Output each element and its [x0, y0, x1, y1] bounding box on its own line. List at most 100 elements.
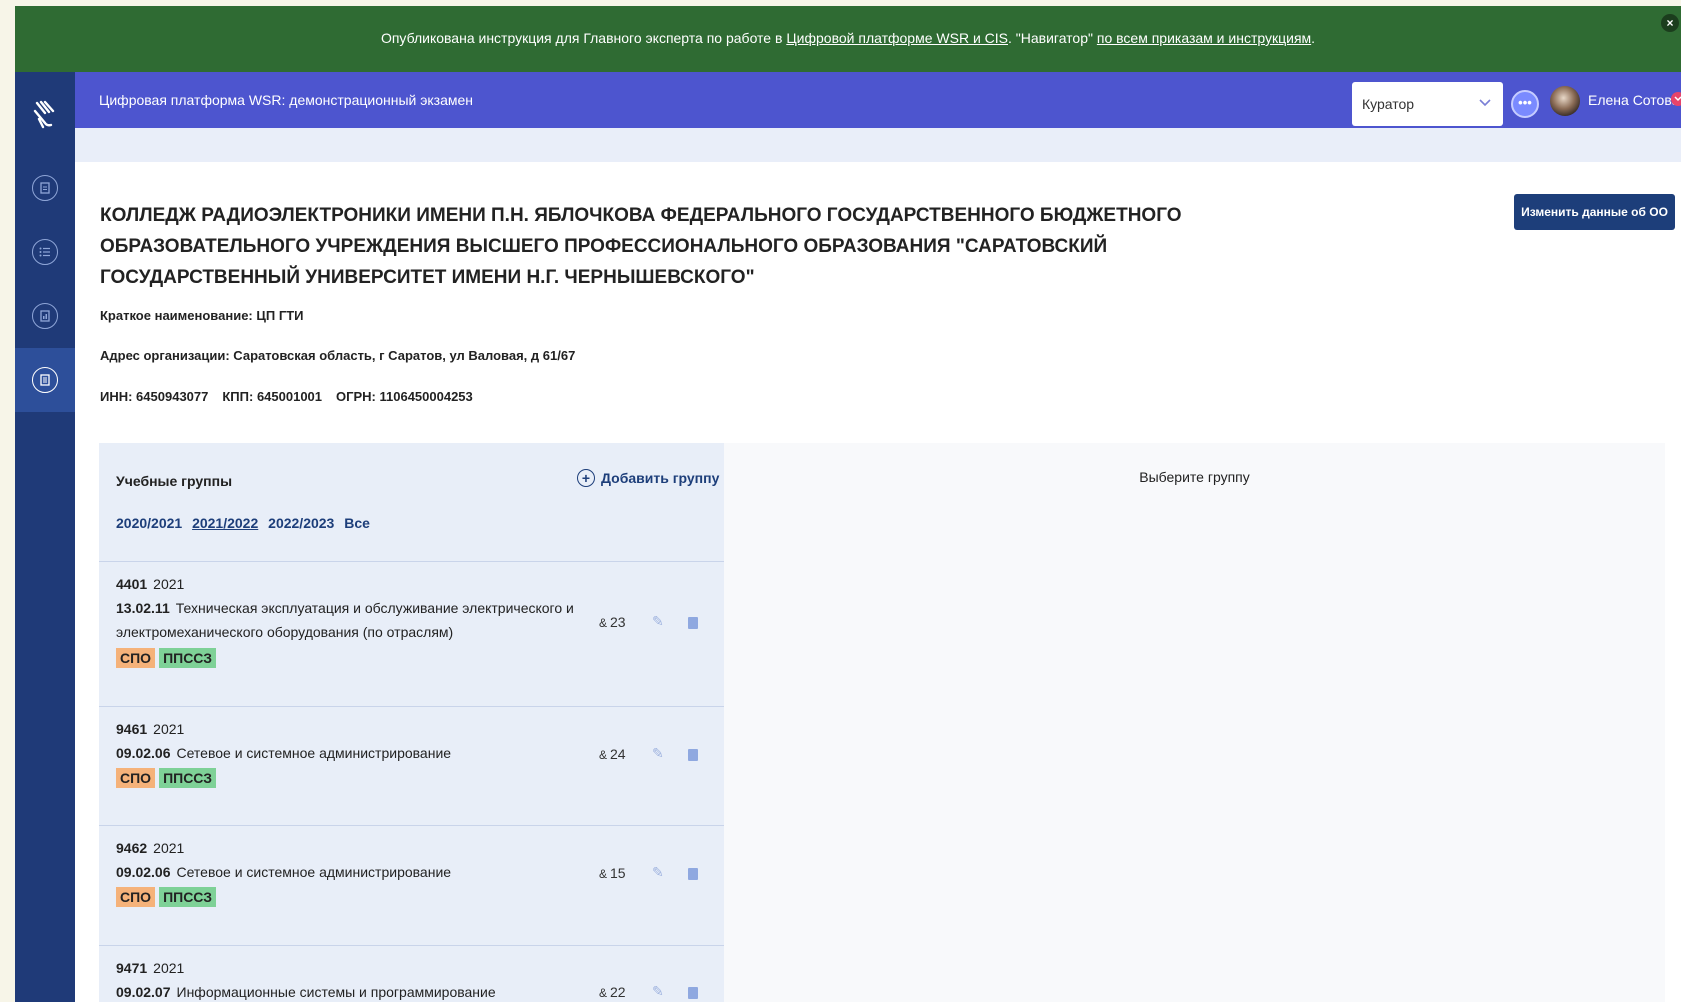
group-specialty: 09.02.07 Информационные системы и програм… [116, 980, 586, 1002]
user-name[interactable]: Елена Сотова [1588, 92, 1679, 108]
group-row[interactable]: 4401 2021 13.02.11 Техническая эксплуатаци… [99, 561, 724, 706]
notice-text-middle: . "Навигатор" [1008, 30, 1097, 46]
role-select[interactable]: Куратор [1352, 82, 1503, 126]
sub-header-strip [75, 128, 1681, 162]
group-row[interactable]: 9462 2021 09.02.06 Сетевое и системное адм… [99, 825, 724, 945]
year-filter: 2020/2021 2021/2022 2022/2023 Все [116, 515, 376, 531]
ogrn-value: ОГРН: 1106450004253 [336, 389, 473, 404]
building-icon [32, 367, 58, 393]
user-menu-chevron-icon[interactable] [1671, 92, 1681, 106]
pencil-icon[interactable]: ✎ [652, 613, 664, 630]
group-number: 4401 [116, 576, 148, 592]
group-code: 4401 2021 [116, 576, 184, 592]
group-specialty: 09.02.06 Сетевое и системное администриро… [116, 860, 586, 884]
groups-heading: Учебные группы [116, 473, 233, 489]
group-specialty: 09.02.06 Сетевое и системное администриро… [116, 741, 586, 765]
groups-panel: Учебные группы + Добавить группу 2020/20… [99, 443, 724, 1002]
trash-icon[interactable] [688, 617, 698, 629]
more-options-icon[interactable]: ••• [1511, 90, 1539, 118]
group-student-count: & 23 [599, 614, 626, 630]
tag-spo: СПО [116, 648, 156, 668]
group-student-count: & 22 [599, 984, 626, 1000]
notice-link-navigator[interactable]: по всем приказам и инструкциям [1097, 30, 1311, 46]
tag-spo: СПО [116, 768, 156, 788]
trash-icon[interactable] [688, 749, 698, 761]
student-count-value: 15 [610, 865, 626, 881]
specialty-code: 09.02.07 [116, 984, 171, 1000]
notice-link-platform[interactable]: Цифровой платформе WSR и CIS [786, 30, 1008, 46]
pencil-icon[interactable]: ✎ [652, 983, 664, 1000]
main-content: КОЛЛЕДЖ РАДИОЭЛЕКТРОНИКИ ИМЕНИ П.Н. ЯБЛО… [75, 162, 1681, 1002]
person-icon: & [599, 867, 608, 881]
group-number: 9461 [116, 721, 148, 737]
plus-icon: + [577, 469, 595, 487]
organization-codes: ИНН: 6450943077 КПП: 645001001 ОГРН: 11064… [100, 389, 487, 404]
year-filter-2020[interactable]: 2020/2021 [116, 515, 182, 531]
group-row[interactable]: 9461 2021 09.02.06 Сетевое и системное адм… [99, 706, 724, 825]
specialty-code: 09.02.06 [116, 745, 171, 761]
group-number: 9471 [116, 960, 148, 976]
group-student-count: & 15 [599, 865, 626, 881]
group-year: 2021 [153, 576, 185, 592]
specialty-code: 13.02.11 [116, 600, 170, 616]
tag-spo: СПО [116, 887, 156, 907]
sidebar-item-documents[interactable] [15, 156, 75, 220]
platform-title: Цифровая платформа WSR: демонстрационный… [99, 92, 473, 108]
tag-ppssz: ППССЗ [159, 768, 216, 788]
short-name: Краткое наименование: ЦП ГТИ [100, 308, 304, 323]
notice-bar: Опубликована инструкция для Главного экс… [15, 6, 1681, 72]
chart-icon [32, 303, 58, 329]
top-header: Цифровая платформа WSR: демонстрационный… [75, 72, 1681, 128]
student-count-value: 22 [610, 984, 626, 1000]
year-filter-2021[interactable]: 2021/2022 [192, 515, 258, 531]
group-number: 9462 [116, 840, 148, 856]
specialty-name: Техническая эксплуатация и обслуживание … [116, 600, 574, 640]
specialty-code: 09.02.06 [116, 864, 171, 880]
person-icon: & [599, 748, 608, 762]
sidebar-item-organization[interactable] [15, 348, 75, 412]
notice-message: Опубликована инструкция для Главного экс… [15, 30, 1681, 46]
tag-ppssz: ППССЗ [159, 887, 216, 907]
person-icon: & [599, 986, 608, 1000]
kpp-value: КПП: 645001001 [222, 389, 323, 404]
organization-address: Адрес организации: Саратовская область, … [100, 348, 576, 363]
group-row[interactable]: 9471 2021 09.02.07 Информационные системы … [99, 945, 724, 1002]
edit-organization-button[interactable]: Изменить данные об ОО [1514, 194, 1675, 230]
avatar[interactable] [1550, 86, 1580, 116]
add-group-button[interactable]: + Добавить группу [577, 469, 719, 487]
app-frame: Опубликована инструкция для Главного экс… [15, 6, 1681, 1002]
sidebar-item-stats[interactable] [15, 284, 75, 348]
group-tags: СПО ППССЗ [116, 768, 216, 788]
sidebar [15, 72, 75, 1002]
document-icon [32, 175, 58, 201]
group-details-panel: Выберите группу [724, 443, 1665, 1002]
trash-icon[interactable] [688, 987, 698, 999]
inn-value: ИНН: 6450943077 [100, 389, 209, 404]
group-student-count: & 24 [599, 746, 626, 762]
group-specialty: 13.02.11 Техническая эксплуатация и обслу… [116, 596, 586, 644]
group-year: 2021 [153, 960, 185, 976]
group-code: 9461 2021 [116, 721, 184, 737]
select-group-hint: Выберите группу [1139, 469, 1250, 485]
add-group-label: Добавить группу [601, 470, 720, 486]
group-tags: СПО ППССЗ [116, 648, 216, 668]
notice-text: Опубликована инструкция для Главного экс… [380, 30, 787, 46]
logo-icon[interactable] [15, 72, 75, 156]
notice-text-end: . [1311, 30, 1316, 46]
year-filter-all[interactable]: Все [344, 515, 370, 531]
pencil-icon[interactable]: ✎ [652, 864, 664, 881]
notice-close-button[interactable]: × [1661, 14, 1679, 32]
specialty-name: Информационные системы и программировани… [176, 984, 496, 1000]
group-year: 2021 [153, 840, 185, 856]
group-code: 9462 2021 [116, 840, 184, 856]
trash-icon[interactable] [688, 868, 698, 880]
sidebar-item-list[interactable] [15, 220, 75, 284]
specialty-name: Сетевое и системное администрирование [176, 864, 452, 880]
specialty-name: Сетевое и системное администрирование [176, 745, 452, 761]
pencil-icon[interactable]: ✎ [652, 745, 664, 762]
year-filter-2022[interactable]: 2022/2023 [268, 515, 334, 531]
group-tags: СПО ППССЗ [116, 887, 216, 907]
person-icon: & [599, 616, 608, 630]
student-count-value: 24 [610, 746, 626, 762]
group-code: 9471 2021 [116, 960, 184, 976]
